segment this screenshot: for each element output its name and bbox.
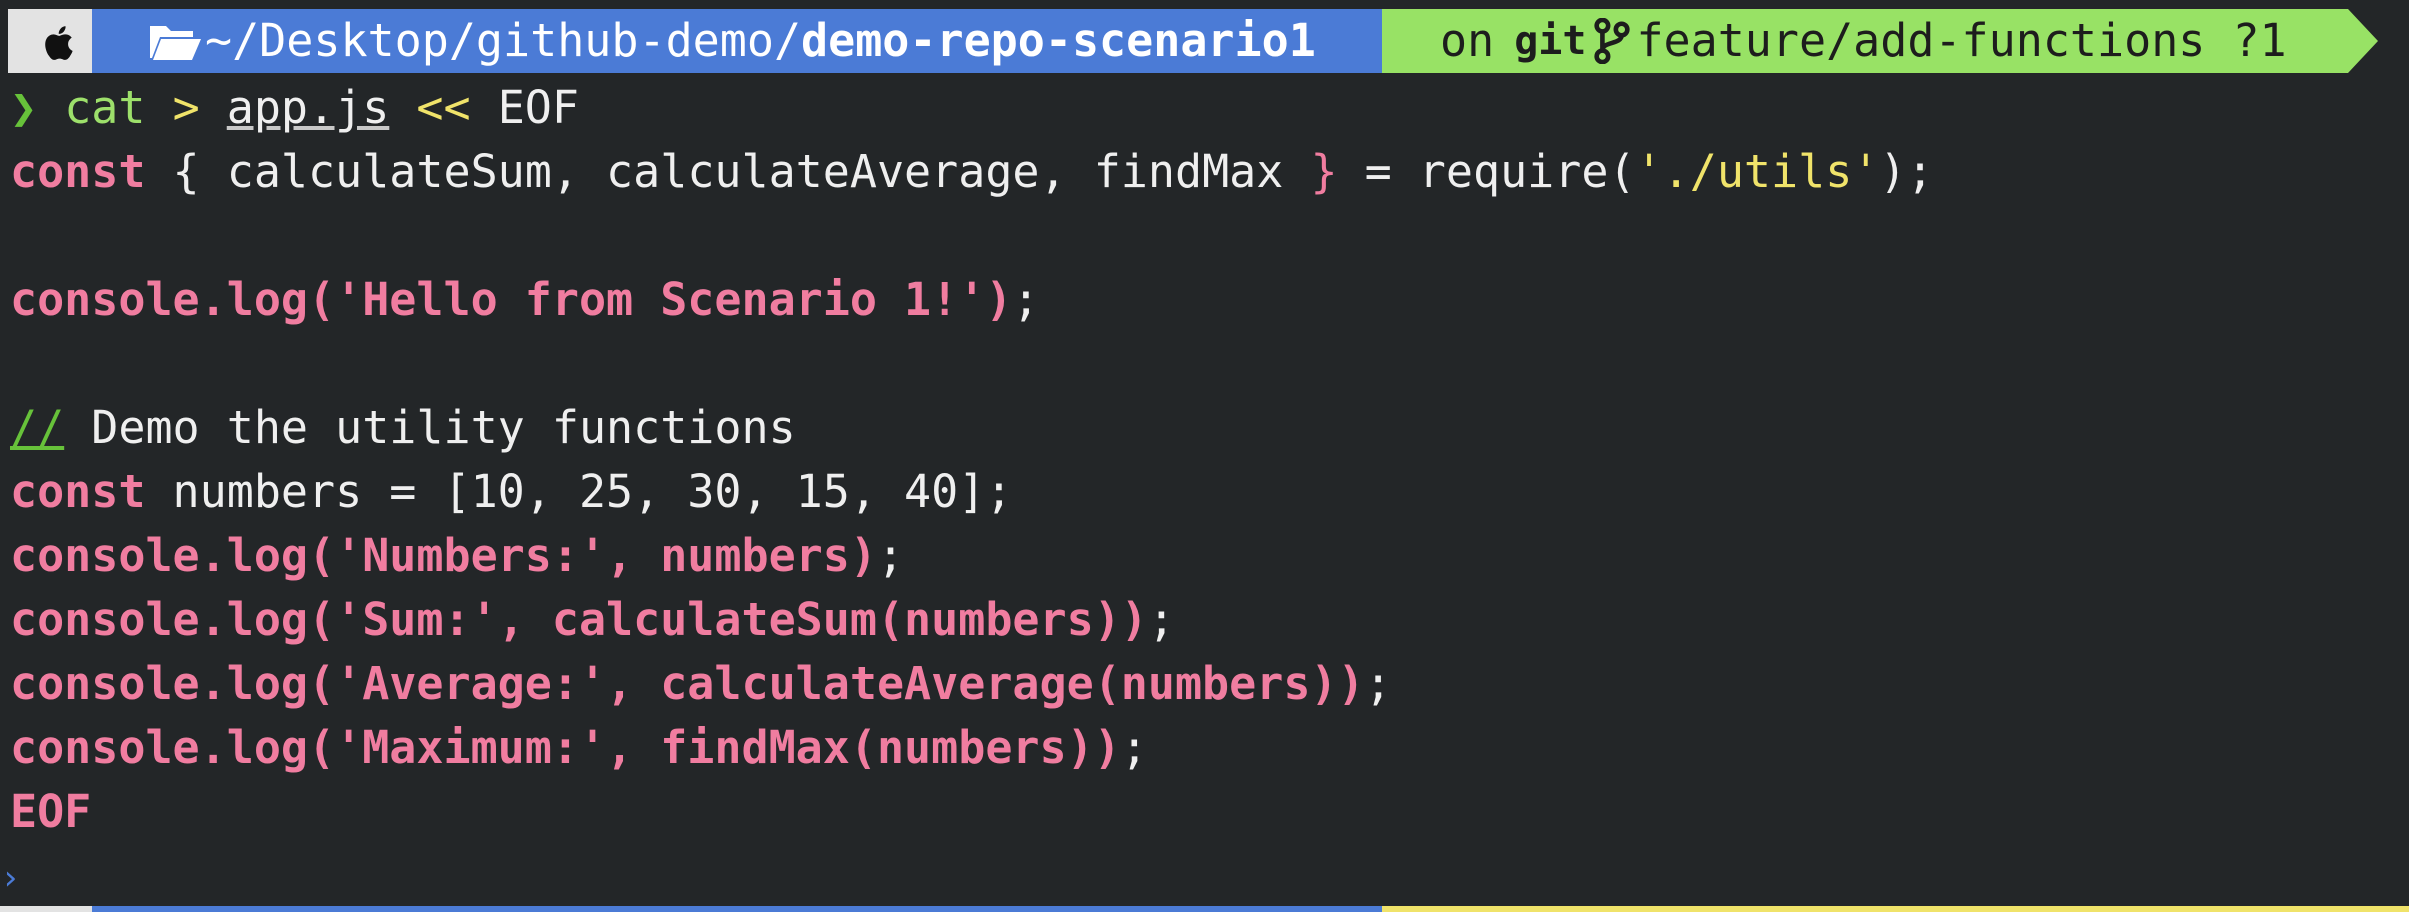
- brace-close: }: [1310, 145, 1338, 198]
- heredoc-operator: <<: [416, 81, 471, 134]
- code-line-comment: // Demo the utility functions: [10, 400, 796, 456]
- prompt-chevron: ❯: [10, 81, 38, 134]
- git-status: on git feature/add-functions ?1: [1440, 9, 2287, 73]
- keyword-const: const: [10, 465, 146, 518]
- next-os-segment: [0, 906, 92, 912]
- git-branch-name: feature/add-functions ?1: [1636, 14, 2287, 67]
- next-path-segment: [92, 906, 1382, 912]
- code-line-1: const { calculateSum, calculateAverage, …: [10, 144, 1934, 200]
- path-prefix: ~/Desktop/github-demo/: [205, 14, 802, 67]
- next-prompt-bar: [0, 906, 2409, 912]
- semicolon: ;: [1147, 593, 1175, 646]
- terminal-window[interactable]: ~/Desktop/github-demo/demo-repo-scenario…: [0, 0, 2409, 912]
- redirect-operator: >: [172, 81, 200, 134]
- git-segment: on git feature/add-functions ?1: [1382, 9, 2348, 73]
- code-text: console.log('Numbers:', numbers): [10, 529, 877, 582]
- code-text: numbers = [10, 25, 30, 15, 40];: [145, 465, 1013, 518]
- code-text: console.log('Average:', calculateAverage…: [10, 657, 1365, 710]
- next-git-segment: [1382, 906, 2409, 912]
- heredoc-end-marker: EOF: [10, 785, 92, 838]
- path-current-dir: demo-repo-scenario1: [801, 14, 1316, 67]
- path-segment: ~/Desktop/github-demo/demo-repo-scenario…: [92, 9, 1382, 73]
- line-end: );: [1879, 145, 1934, 198]
- code-line-6: console.log('Sum:', calculateSum(numbers…: [10, 592, 1175, 648]
- code-line-7: console.log('Average:', calculateAverage…: [10, 656, 1392, 712]
- heredoc-marker: EOF: [497, 81, 579, 134]
- target-file: app.js: [226, 81, 390, 134]
- module-path: './utils': [1635, 145, 1880, 198]
- git-separator: [2348, 9, 2378, 73]
- require-call: = require(: [1337, 145, 1636, 198]
- os-segment: [8, 9, 100, 73]
- keyword-const: const: [10, 145, 146, 198]
- apple-logo-icon: [45, 26, 73, 60]
- next-prompt-chevron-icon: ›: [0, 858, 21, 898]
- code-text: console.log('Sum:', calculateSum(numbers…: [10, 593, 1148, 646]
- semicolon: ;: [1120, 721, 1148, 774]
- git-branch-icon: [1594, 18, 1631, 64]
- semicolon: ;: [1012, 273, 1040, 326]
- code-line-4: const numbers = [10, 25, 30, 15, 40];: [10, 464, 1012, 520]
- git-label: git: [1514, 18, 1587, 64]
- comment-slashes: //: [10, 401, 65, 454]
- prompt-bar: ~/Desktop/github-demo/demo-repo-scenario…: [0, 9, 2409, 73]
- code-text: console.log('Hello from Scenario 1!'): [10, 273, 1013, 326]
- code-line-2: console.log('Hello from Scenario 1!');: [10, 272, 1040, 328]
- code-line-8: console.log('Maximum:', findMax(numbers)…: [10, 720, 1148, 776]
- code-line-eof: EOF: [10, 784, 91, 840]
- git-on-label: on: [1440, 14, 1495, 67]
- current-path: ~/Desktop/github-demo/demo-repo-scenario…: [205, 9, 1316, 73]
- code-line-5: console.log('Numbers:', numbers);: [10, 528, 904, 584]
- destructure-names: { calculateSum, calculateAverage, findMa…: [145, 145, 1311, 198]
- command-line: ❯ cat > app.js << EOF: [10, 80, 579, 136]
- semicolon: ;: [876, 529, 905, 582]
- semicolon: ;: [1364, 657, 1392, 710]
- command-name: cat: [64, 81, 146, 134]
- folder-open-icon: [150, 26, 201, 60]
- comment-text: Demo the utility functions: [64, 401, 796, 454]
- code-text: console.log('Maximum:', findMax(numbers)…: [10, 721, 1121, 774]
